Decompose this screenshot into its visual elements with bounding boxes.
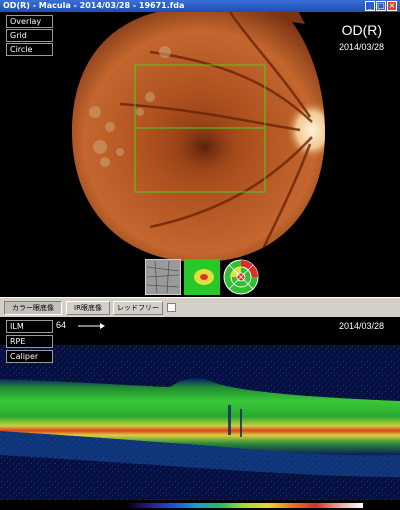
tab-color-fundus[interactable]: カラー眼底像 bbox=[4, 301, 62, 315]
fundus-image[interactable] bbox=[0, 12, 400, 297]
thickness-map-thumbnail-icon[interactable] bbox=[184, 259, 220, 295]
color-scale-bar bbox=[126, 503, 363, 508]
maximize-button[interactable]: □ bbox=[376, 1, 386, 11]
overlay-button[interactable]: Overlay bbox=[6, 15, 53, 28]
oct-projection-thumbnail-icon[interactable] bbox=[145, 259, 181, 295]
fundus-panel: Overlay Grid Circle OD(R) 2014/03/28 bbox=[0, 12, 400, 297]
etdrs-grid-thumbnail-icon[interactable] bbox=[223, 259, 259, 295]
image-type-toolbar: カラー眼底像 IR眼底像 レッドフリー bbox=[0, 297, 400, 317]
grid-button[interactable]: Grid bbox=[6, 29, 53, 42]
tab-ir-fundus[interactable]: IR眼底像 bbox=[66, 301, 110, 315]
close-button[interactable]: × bbox=[387, 1, 397, 11]
fundus-date: 2014/03/28 bbox=[338, 42, 384, 52]
tab-red-free[interactable]: レッドフリー bbox=[113, 301, 163, 315]
oct-bscan-image[interactable] bbox=[0, 317, 400, 510]
oct-date: 2014/03/28 bbox=[338, 321, 384, 331]
circle-button[interactable]: Circle bbox=[6, 43, 53, 56]
ilm-button[interactable]: ILM bbox=[6, 320, 53, 333]
oct-panel: ILM RPE Caliper 64 2014/03/28 bbox=[0, 317, 400, 510]
title-bar: OD(R) - Macula - 2014/03/28 - 19671.fda … bbox=[0, 0, 400, 12]
slice-number: 64 bbox=[56, 320, 67, 330]
eye-label: OD(R) bbox=[341, 22, 382, 38]
caliper-button[interactable]: Caliper bbox=[6, 350, 53, 363]
window-title: OD(R) - Macula - 2014/03/28 - 19671.fda bbox=[3, 1, 185, 10]
minimize-button[interactable]: _ bbox=[365, 1, 375, 11]
arrow-right-icon bbox=[78, 323, 105, 329]
rpe-button[interactable]: RPE bbox=[6, 335, 53, 348]
red-free-checkbox[interactable] bbox=[167, 303, 176, 312]
